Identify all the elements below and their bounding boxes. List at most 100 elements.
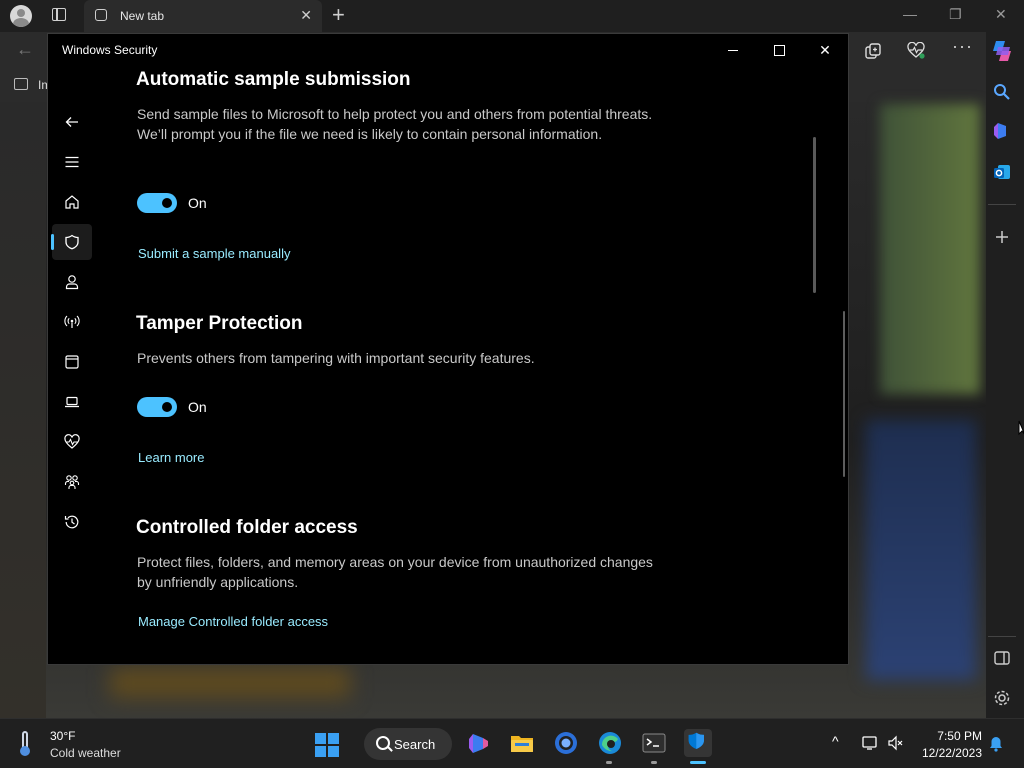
tab-title: New tab xyxy=(120,9,165,23)
nav-virus-threat-protection[interactable] xyxy=(51,224,92,260)
browser-back-button[interactable]: ← xyxy=(16,39,34,60)
file-explorer-icon[interactable] xyxy=(508,729,536,757)
sample-submission-toggle[interactable] xyxy=(137,193,177,213)
nav-family-options[interactable] xyxy=(52,464,92,500)
manage-controlled-folder-access-link[interactable]: Manage Controlled folder access xyxy=(138,614,328,629)
tab-close-button[interactable]: ✕ xyxy=(300,7,312,23)
chrome-icon[interactable] xyxy=(552,729,580,757)
nav-app-browser-control[interactable] xyxy=(52,344,92,380)
search-label: Search xyxy=(394,737,436,752)
browser-tab[interactable]: New tab ✕ xyxy=(84,0,322,32)
network-icon[interactable] xyxy=(861,735,879,751)
sample-submission-heading: Automatic sample submission xyxy=(136,69,411,90)
nav-menu-button[interactable] xyxy=(52,144,92,180)
window-minimize-button[interactable] xyxy=(716,39,750,61)
start-button[interactable] xyxy=(315,733,339,757)
nav-back-button[interactable] xyxy=(52,104,92,140)
home-icon xyxy=(65,195,79,209)
taskbar: 30°F Cold weather Search ^ 7:50 PM 12/22… xyxy=(0,718,1024,768)
window-titlebar[interactable]: Windows Security ✕ xyxy=(48,34,848,66)
volume-muted-icon[interactable] xyxy=(887,735,905,751)
active-indicator xyxy=(51,234,54,250)
running-indicator xyxy=(606,761,612,764)
tamper-protection-toggle[interactable] xyxy=(137,397,177,417)
copilot-icon[interactable] xyxy=(988,39,1016,63)
page-image-blur-yellow xyxy=(110,668,350,698)
history-icon xyxy=(64,515,79,529)
nav-device-performance-health[interactable] xyxy=(52,424,92,460)
windows-logo-icon xyxy=(315,733,326,744)
clock-time[interactable]: 7:50 PM xyxy=(920,729,982,743)
nav-home[interactable] xyxy=(52,184,92,220)
weather-condition[interactable]: Cold weather xyxy=(50,746,121,760)
window-title: Windows Security xyxy=(62,43,158,57)
page-image-blur-blue xyxy=(866,420,976,680)
copilot-app-icon[interactable] xyxy=(992,121,1012,141)
profile-avatar[interactable] xyxy=(10,5,32,27)
new-tab-button[interactable]: + xyxy=(332,4,345,26)
edge-icon[interactable] xyxy=(596,729,624,757)
active-running-indicator xyxy=(690,761,706,764)
learn-more-link[interactable]: Learn more xyxy=(138,450,204,465)
outlook-icon[interactable] xyxy=(992,162,1012,182)
browser-restore-button[interactable]: ❐ xyxy=(949,6,962,22)
laptop-icon xyxy=(65,396,79,408)
window-close-button[interactable]: ✕ xyxy=(808,39,842,61)
page-edge-shade xyxy=(0,102,46,718)
sidebar-divider xyxy=(988,636,1016,637)
nav-account-protection[interactable] xyxy=(52,264,92,300)
copilot-taskbar-icon[interactable] xyxy=(465,729,493,757)
running-indicator xyxy=(651,761,657,764)
folder-icon xyxy=(14,78,28,90)
nav-firewall-network[interactable] xyxy=(52,304,92,340)
nav-device-security[interactable] xyxy=(52,384,92,420)
search-icon[interactable] xyxy=(993,83,1011,101)
add-sidebar-app-icon[interactable] xyxy=(994,229,1010,245)
antenna-icon xyxy=(64,315,80,328)
shield-icon xyxy=(65,234,79,250)
collections-icon[interactable] xyxy=(864,42,882,60)
person-icon xyxy=(65,275,79,290)
browser-page-scrollbar[interactable] xyxy=(813,137,816,293)
terminal-icon[interactable] xyxy=(640,729,668,757)
sidebar-settings-gear-icon[interactable] xyxy=(993,689,1011,707)
nav-protection-history[interactable] xyxy=(52,504,92,540)
navigation-rail xyxy=(48,66,96,664)
controlled-folder-access-heading: Controlled folder access xyxy=(136,517,358,538)
show-hidden-icons-button[interactable]: ^ xyxy=(832,733,839,749)
back-arrow-icon xyxy=(65,117,78,127)
mouse-cursor-icon xyxy=(1018,420,1024,436)
windows-security-taskbar-button[interactable] xyxy=(684,729,712,757)
search-icon xyxy=(376,736,390,750)
browser-minimize-button[interactable]: — xyxy=(903,6,917,22)
browser-essentials-icon[interactable] xyxy=(907,42,925,60)
edge-sidebar xyxy=(986,32,1024,718)
submit-sample-manually-link[interactable]: Submit a sample manually xyxy=(138,246,290,261)
content-scrollbar[interactable] xyxy=(843,311,845,477)
browser-more-button[interactable]: ··· xyxy=(952,36,973,57)
shield-icon xyxy=(688,732,704,749)
controlled-folder-access-description: Protect files, folders, and memory areas… xyxy=(137,554,653,590)
hide-sidebar-icon[interactable] xyxy=(994,651,1010,665)
notification-bell-icon[interactable] xyxy=(988,735,1004,753)
tamper-protection-toggle-state: On xyxy=(188,399,207,415)
page-image-blur xyxy=(880,104,980,394)
browser-close-button[interactable]: ✕ xyxy=(995,6,1007,22)
heart-pulse-icon xyxy=(64,434,80,449)
window-maximize-button[interactable] xyxy=(762,39,796,61)
sample-submission-description: Send sample files to Microsoft to help p… xyxy=(137,106,653,142)
sidebar-divider xyxy=(988,204,1016,205)
windows-security-window: Windows Security ✕ Automatic sample subm… xyxy=(47,33,849,665)
thermometer-icon[interactable] xyxy=(20,731,30,756)
family-icon xyxy=(64,475,80,489)
hamburger-icon xyxy=(65,156,79,168)
new-tab-favicon-icon xyxy=(95,9,107,21)
sample-submission-toggle-state: On xyxy=(188,195,207,211)
taskbar-search-button[interactable]: Search xyxy=(364,728,452,760)
clock-date[interactable]: 12/22/2023 xyxy=(908,746,982,760)
nav-settings[interactable] xyxy=(52,656,92,664)
weather-temperature[interactable]: 30°F xyxy=(50,729,75,743)
tab-actions-icon[interactable] xyxy=(52,8,66,21)
browser-tab-strip: New tab ✕ + — ❐ ✕ xyxy=(0,0,1024,32)
app-window-icon xyxy=(65,355,79,369)
